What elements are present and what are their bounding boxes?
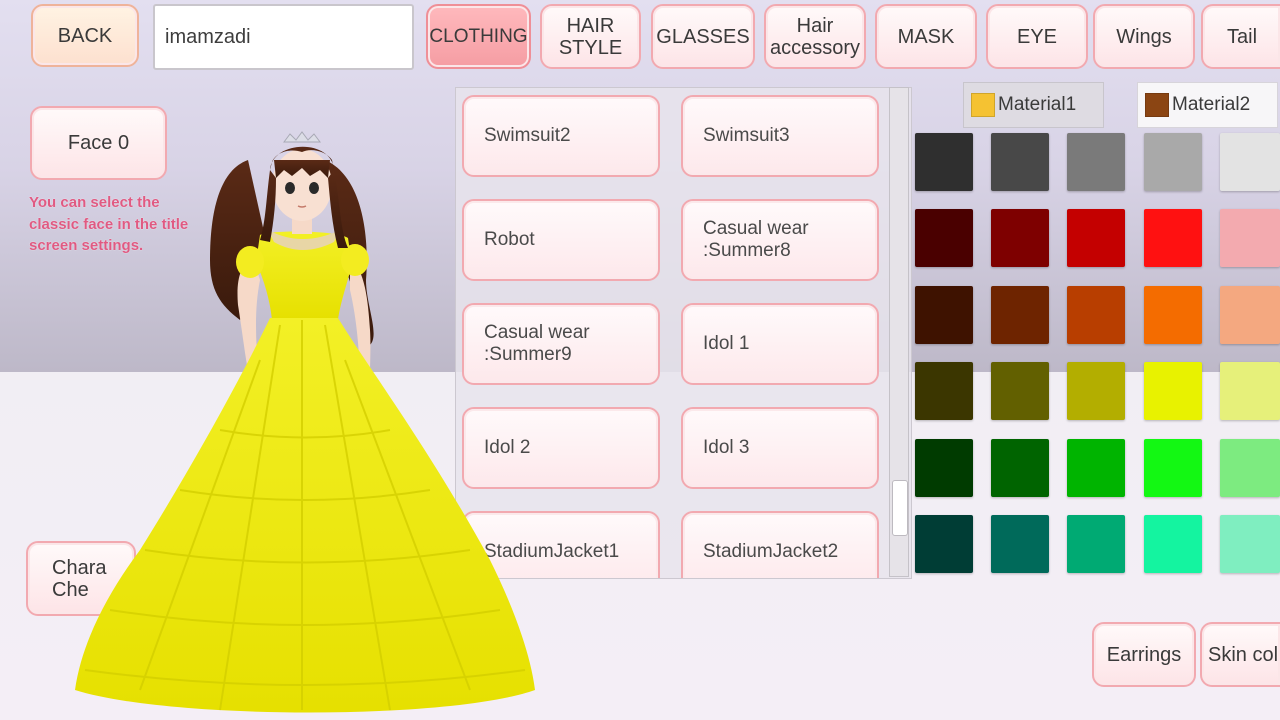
color-swatch[interactable] (915, 286, 973, 344)
color-swatch[interactable] (1067, 439, 1125, 497)
clothing-item[interactable]: StadiumJacket2 (681, 511, 879, 578)
color-swatch[interactable] (991, 133, 1049, 191)
color-swatch[interactable] (991, 439, 1049, 497)
color-swatch[interactable] (915, 133, 973, 191)
tab-hair-accessory[interactable]: Hair accessory (764, 4, 866, 69)
color-swatch[interactable] (1144, 439, 1202, 497)
color-swatch[interactable] (1067, 362, 1125, 420)
color-swatch[interactable] (991, 362, 1049, 420)
clothing-item[interactable]: Idol 3 (681, 407, 879, 489)
color-swatch[interactable] (915, 439, 973, 497)
color-swatch[interactable] (1067, 515, 1125, 573)
color-swatch[interactable] (1220, 362, 1280, 420)
color-swatch[interactable] (1067, 133, 1125, 191)
color-swatch[interactable] (1144, 515, 1202, 573)
material1-label: Material1 (998, 94, 1077, 115)
color-swatch[interactable] (915, 515, 973, 573)
material2-label: Material2 (1172, 94, 1251, 115)
back-button[interactable]: BACK (31, 4, 139, 67)
color-swatch[interactable] (1144, 209, 1202, 267)
tab-wings[interactable]: Wings (1093, 4, 1195, 69)
clothing-item[interactable]: Swimsuit3 (681, 95, 879, 177)
material1-tab[interactable]: Material1 (963, 82, 1104, 128)
clothing-item[interactable]: Idol 1 (681, 303, 879, 385)
tab-tail[interactable]: Tail (1201, 4, 1280, 69)
tab-eye[interactable]: EYE (986, 4, 1088, 69)
color-swatch[interactable] (1144, 362, 1202, 420)
color-swatch[interactable] (1144, 286, 1202, 344)
tab-clothing[interactable]: CLOTHING (426, 4, 531, 69)
character-model (75, 131, 535, 713)
tab-hair-style[interactable]: HAIR STYLE (540, 4, 641, 69)
color-swatch[interactable] (991, 286, 1049, 344)
clothing-item[interactable]: Casual wear :Summer8 (681, 199, 879, 281)
skin-color-button[interactable]: Skin col (1200, 622, 1280, 687)
color-swatch[interactable] (1220, 133, 1280, 191)
material2-tab[interactable]: Material2 (1137, 82, 1278, 128)
color-swatch[interactable] (915, 362, 973, 420)
color-swatch[interactable] (1220, 286, 1280, 344)
material2-color-swatch (1145, 93, 1169, 117)
color-swatch[interactable] (1144, 133, 1202, 191)
color-swatch[interactable] (1067, 286, 1125, 344)
earrings-button[interactable]: Earrings (1092, 622, 1196, 687)
color-swatch[interactable] (1220, 515, 1280, 573)
color-swatch[interactable] (1067, 209, 1125, 267)
scrollbar-thumb[interactable] (892, 480, 908, 536)
color-swatch[interactable] (1220, 209, 1280, 267)
tab-mask[interactable]: MASK (875, 4, 977, 69)
color-swatch[interactable] (991, 515, 1049, 573)
color-swatch[interactable] (1220, 439, 1280, 497)
material1-color-swatch (971, 93, 995, 117)
color-swatch[interactable] (991, 209, 1049, 267)
tab-glasses[interactable]: GLASSES (651, 4, 755, 69)
color-swatch[interactable] (915, 209, 973, 267)
clothing-list-scrollbar[interactable] (889, 87, 909, 577)
character-name-input[interactable] (153, 4, 414, 70)
